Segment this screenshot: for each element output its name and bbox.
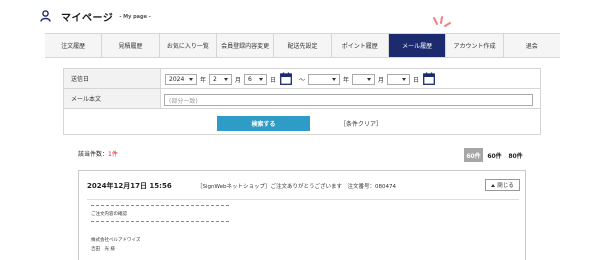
close-button[interactable]: 閉じる [485,179,520,191]
tab-member-info[interactable]: 会員登録内容変更 [215,34,273,57]
close-button-label: 閉じる [497,183,514,189]
result-count: 該当件数：1件 [78,149,118,158]
tab-favorites[interactable]: お気に入り一覧 [158,34,216,57]
tab-withdraw[interactable]: 退会 [502,34,560,57]
mail-date: 2024年12月17日 15:56 [87,182,172,190]
day-unit: 日 [413,77,420,84]
range-separator: 〜 [299,77,306,84]
dashed-rule [91,221,229,222]
chevron-down-icon [259,78,263,81]
month-unit: 月 [235,77,242,84]
date-field: 2024 年 2 月 6 日 〜 年 月 日 [161,69,540,88]
body-row: メール本文 (部分一致) [64,89,540,109]
chevron-down-icon [189,78,193,81]
dashed-rule [91,205,229,206]
per-page-option[interactable]: 80件 [506,148,525,162]
page-title: マイページ [61,12,114,24]
chevron-down-icon [224,78,228,81]
mail-entry: 2024年12月17日 15:56 ［SignWebネットショップ］ご注文ありが… [78,170,526,260]
calendar-icon[interactable] [280,72,292,85]
calendar-icon[interactable] [423,72,435,85]
triangle-up-icon [491,183,496,187]
clear-conditions-link[interactable]: ［条件クリア］ [340,119,382,128]
chevron-down-icon [367,78,371,81]
tab-mail-history[interactable]: メール履歴 [387,34,446,57]
mail-body-heading: ご注文内容の確認 [91,212,127,217]
body-field: (部分一致) [161,89,540,108]
date-label: 送信日 [64,69,161,88]
tab-order-history[interactable]: 注文履歴 [45,34,101,57]
mail-body-recipient: 吉田 光 様 [91,247,115,252]
day-unit: 日 [270,77,277,84]
from-day-value: 6 [248,76,252,83]
search-button[interactable]: 検索する [217,116,310,131]
to-year-select[interactable] [308,74,340,85]
mail-body-input[interactable]: (部分一致) [164,94,533,106]
tab-point-history[interactable]: ポイント履歴 [330,34,388,57]
result-count-value: 1件 [108,151,118,158]
date-row: 送信日 2024 年 2 月 6 日 〜 年 月 日 [64,69,540,89]
divider [87,199,519,200]
chevron-down-icon [332,78,336,81]
from-year-value: 2024 [169,76,185,83]
result-count-label: 該当件数： [78,151,109,158]
mypage-tab-bar: 注文履歴 見積履歴 お気に入り一覧 会員登録内容変更 配送先設定 ポイント履歴 … [45,33,560,58]
from-year-select[interactable]: 2024 [165,74,197,85]
sparkle-icon [433,16,451,27]
to-month-select[interactable] [352,74,375,85]
month-unit: 月 [378,77,385,84]
from-month-select[interactable]: 2 [209,74,232,85]
mail-subject: ［SignWebネットショップ］ご注文ありがとうございます 注文番号：08047… [197,184,396,190]
to-day-select[interactable] [387,74,410,85]
from-month-value: 2 [213,76,217,83]
page-header: マイページ - My page - [40,8,151,24]
tab-quote-history[interactable]: 見積履歴 [101,34,158,57]
per-page-option[interactable]: 60件 [485,148,504,162]
page-subtitle: - My page - [119,14,151,20]
per-page-option[interactable]: 60件 [464,148,483,162]
chevron-down-icon [402,78,406,81]
user-icon [40,10,51,22]
body-label: メール本文 [64,89,161,108]
tab-create-account[interactable]: アカウント作成 [445,34,502,57]
tab-shipping-address[interactable]: 配送先設定 [273,34,330,57]
from-day-select[interactable]: 6 [244,74,267,85]
year-unit: 年 [343,77,350,84]
mail-body-company: 株式会社ベルアドワイズ [91,238,141,243]
year-unit: 年 [200,77,207,84]
